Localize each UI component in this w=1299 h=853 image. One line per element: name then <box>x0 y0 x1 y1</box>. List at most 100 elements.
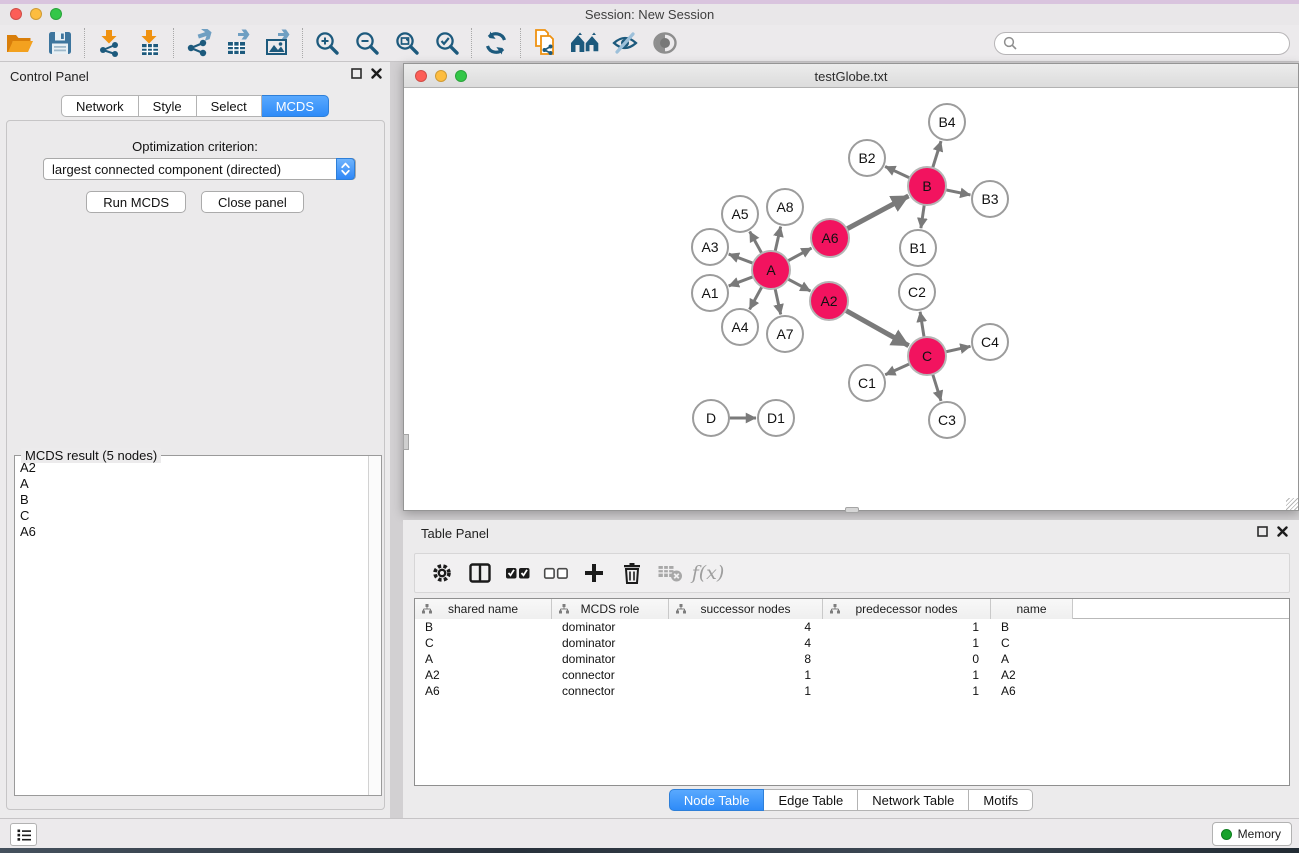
result-item[interactable]: A <box>20 476 367 492</box>
export-network-icon[interactable] <box>178 27 218 59</box>
network-graph[interactable]: B4 B2 B B3 A8 A5 A6 A3 B1 A A1 C2 A2 A4 A7 C4 C C1 D D1 C3 <box>404 89 1298 510</box>
node-table[interactable]: shared nameMCDS rolesuccessor nodesprede… <box>414 598 1290 786</box>
save-session-icon[interactable] <box>40 27 80 59</box>
column-header-shared-name[interactable]: shared name <box>415 599 552 619</box>
close-panel-button[interactable]: Close panel <box>201 191 304 213</box>
table-settings-gear-icon[interactable] <box>423 556 461 590</box>
column-type-icon <box>559 604 569 614</box>
search-input[interactable] <box>994 32 1290 55</box>
show-all-icon[interactable] <box>645 27 685 59</box>
table-row[interactable]: Adominator80A <box>415 651 1289 667</box>
graph-node-D1[interactable]: D1 <box>758 400 794 436</box>
table-row[interactable]: Bdominator41B <box>415 619 1289 635</box>
window-bottom-grip[interactable] <box>845 507 859 513</box>
graph-node-C4[interactable]: C4 <box>972 324 1008 360</box>
task-history-button[interactable] <box>10 823 37 846</box>
tab-mcds[interactable]: MCDS <box>262 95 329 117</box>
tab-motifs[interactable]: Motifs <box>969 789 1033 811</box>
zoom-in-icon[interactable] <box>307 27 347 59</box>
svg-text:C: C <box>922 348 932 364</box>
table-row[interactable]: A2connector11A2 <box>415 667 1289 683</box>
table-row[interactable]: A6connector11A6 <box>415 683 1289 699</box>
table-cell: 1 <box>823 667 991 683</box>
table-row[interactable]: Cdominator41C <box>415 635 1289 651</box>
result-item[interactable]: B <box>20 492 367 508</box>
column-header-MCDS-role[interactable]: MCDS role <box>552 599 669 619</box>
graph-node-D[interactable]: D <box>693 400 729 436</box>
graph-node-C2[interactable]: C2 <box>899 274 935 310</box>
graph-node-A[interactable]: A <box>752 251 790 289</box>
column-header-successor-nodes[interactable]: successor nodes <box>669 599 823 619</box>
criterion-dropdown[interactable]: largest connected component (directed) <box>43 158 356 180</box>
svg-text:B: B <box>922 178 931 194</box>
close-table-panel-icon[interactable] <box>1277 526 1288 537</box>
zoom-out-icon[interactable] <box>347 27 387 59</box>
export-image-icon[interactable] <box>258 27 298 59</box>
graph-node-B[interactable]: B <box>908 167 946 205</box>
graph-node-C[interactable]: C <box>908 337 946 375</box>
svg-text:A7: A7 <box>776 326 793 342</box>
import-network-icon[interactable] <box>89 27 129 59</box>
float-table-panel-icon[interactable] <box>1257 526 1268 537</box>
svg-text:A3: A3 <box>701 239 718 255</box>
graph-node-B2[interactable]: B2 <box>849 140 885 176</box>
run-mcds-button[interactable]: Run MCDS <box>86 191 186 213</box>
tab-network-table[interactable]: Network Table <box>858 789 969 811</box>
tab-select[interactable]: Select <box>197 95 262 117</box>
graph-node-C1[interactable]: C1 <box>849 365 885 401</box>
graph-node-A5[interactable]: A5 <box>722 196 758 232</box>
result-scrollbar[interactable] <box>368 456 381 795</box>
add-column-icon[interactable] <box>575 556 613 590</box>
zoom-fit-icon[interactable] <box>387 27 427 59</box>
export-table-icon[interactable] <box>218 27 258 59</box>
tab-node-table[interactable]: Node Table <box>669 789 765 811</box>
open-file-icon[interactable] <box>0 27 40 59</box>
window-edge-handle[interactable] <box>403 434 409 450</box>
column-header-predecessor-nodes[interactable]: predecessor nodes <box>823 599 991 619</box>
refresh-icon[interactable] <box>476 27 516 59</box>
delete-table-icon[interactable] <box>651 556 689 590</box>
graph-node-A2[interactable]: A2 <box>810 282 848 320</box>
deselect-all-checkboxes-icon[interactable] <box>537 556 575 590</box>
close-panel-icon[interactable] <box>371 68 382 79</box>
memory-button[interactable]: Memory <box>1212 822 1292 846</box>
table-cell: 1 <box>669 667 823 683</box>
main-titlebar[interactable]: Session: New Session <box>0 4 1299 25</box>
tab-network[interactable]: Network <box>61 95 139 117</box>
graph-node-A7[interactable]: A7 <box>767 316 803 352</box>
table-cell: connector <box>552 683 669 699</box>
graph-node-A8[interactable]: A8 <box>767 189 803 225</box>
graph-node-B3[interactable]: B3 <box>972 181 1008 217</box>
graph-node-A4[interactable]: A4 <box>722 309 758 345</box>
delete-column-icon[interactable] <box>613 556 651 590</box>
result-item[interactable]: C <box>20 508 367 524</box>
function-builder-icon[interactable]: f(x) <box>689 556 727 590</box>
mcds-result-list[interactable]: A2ABCA6 <box>16 460 367 794</box>
tab-style[interactable]: Style <box>139 95 197 117</box>
clone-network-icon[interactable] <box>525 27 565 59</box>
first-neighbors-icon[interactable] <box>565 27 605 59</box>
column-header-name[interactable]: name <box>991 599 1073 619</box>
network-window-titlebar[interactable]: testGlobe.txt <box>404 64 1298 88</box>
import-table-icon[interactable] <box>129 27 169 59</box>
graph-node-B4[interactable]: B4 <box>929 104 965 140</box>
show-columns-icon[interactable] <box>461 556 499 590</box>
float-panel-icon[interactable] <box>351 68 362 79</box>
toolbar-separator <box>84 28 85 58</box>
graph-node-B1[interactable]: B1 <box>900 230 936 266</box>
svg-text:A8: A8 <box>776 199 793 215</box>
zoom-selected-icon[interactable] <box>427 27 467 59</box>
graph-node-A6[interactable]: A6 <box>811 219 849 257</box>
hide-selected-icon[interactable] <box>605 27 645 59</box>
table-cell: B <box>991 619 1073 635</box>
graph-node-C3[interactable]: C3 <box>929 402 965 438</box>
table-panel-title: Table Panel <box>421 526 489 541</box>
select-all-checkboxes-icon[interactable] <box>499 556 537 590</box>
network-canvas[interactable]: B4 B2 B B3 A8 A5 A6 A3 B1 A A1 C2 A2 A4 A7 C4 C C1 D D1 C3 <box>404 89 1298 510</box>
result-item[interactable]: A6 <box>20 524 367 540</box>
graph-node-A1[interactable]: A1 <box>692 275 728 311</box>
window-resize-grip[interactable] <box>1286 498 1298 510</box>
tab-edge-table[interactable]: Edge Table <box>764 789 858 811</box>
result-item[interactable]: A2 <box>20 460 367 476</box>
graph-node-A3[interactable]: A3 <box>692 229 728 265</box>
